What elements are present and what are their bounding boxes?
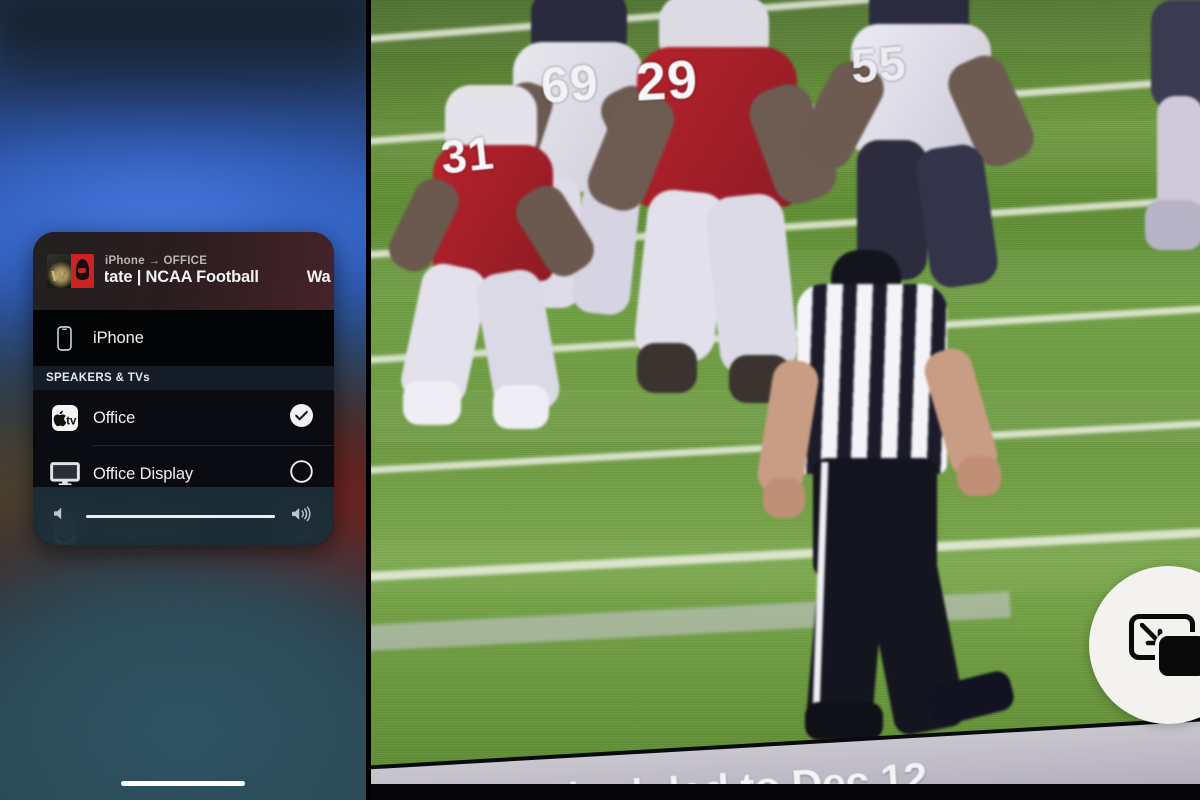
circle-outline-icon[interactable]: [290, 460, 313, 488]
iphone-screen: iPhone → OFFICE State | NCAA Football Wa …: [0, 0, 366, 800]
now-playing-title-clip: State | NCAA Football Wa: [105, 268, 334, 287]
apple-tv-icon: tv: [49, 405, 80, 431]
svg-text:tv: tv: [66, 415, 77, 427]
airplay-route-label: iPhone → OFFICE: [105, 255, 208, 267]
device-label-iphone: iPhone: [93, 328, 144, 347]
wallpaper-top-shade: [0, 0, 366, 112]
pip-inner-window: [1159, 636, 1200, 676]
device-row-office[interactable]: tv Office: [33, 390, 334, 446]
device-label-office: Office: [93, 408, 136, 427]
player-number-55: 55: [849, 37, 909, 94]
album-artwork: [47, 254, 94, 288]
speakers-and-tvs-label: SPEAKERS & TVs: [46, 372, 150, 384]
picture-in-picture-icon: [1129, 614, 1200, 676]
player-number-31: 31: [438, 126, 497, 184]
display-icon: [49, 462, 80, 486]
now-playing-title-repeat: Wa: [306, 268, 331, 286]
referee: [754, 250, 1031, 740]
checkmark-filled-icon[interactable]: [290, 404, 313, 432]
speaker-low-icon: [53, 506, 70, 526]
now-playing-title-main: State | NCAA Football: [105, 268, 259, 286]
screenshot-root: iPhone → OFFICE State | NCAA Football Wa …: [0, 0, 1200, 800]
player-sideline: [1141, 0, 1200, 260]
speaker-high-icon: [291, 506, 314, 527]
tv-screen-photo: 69 29 31 55 orest rescheduled to Dec 12: [371, 0, 1200, 800]
iphone-icon: [49, 325, 80, 351]
player-55: [790, 0, 1041, 291]
device-label-office-display: Office Display: [93, 464, 194, 483]
home-indicator[interactable]: [121, 781, 245, 786]
wallpaper-teal-blur: [0, 528, 366, 800]
wake-forest-logo-icon: [47, 254, 71, 288]
volume-control[interactable]: [33, 487, 334, 545]
airplay-output-picker-card: iPhone → OFFICE State | NCAA Football Wa …: [33, 232, 334, 545]
now-playing-header[interactable]: iPhone → OFFICE State | NCAA Football Wa: [33, 232, 334, 310]
volume-slider-track[interactable]: [86, 514, 275, 518]
device-row-iphone[interactable]: iPhone: [33, 310, 334, 366]
nc-state-wolf-logo-icon: [70, 254, 94, 288]
speakers-and-tvs-header: SPEAKERS & TVs: [33, 366, 334, 390]
now-playing-title: State | NCAA Football Wa: [105, 268, 331, 287]
volume-slider-fill: [86, 514, 275, 518]
tv-bezel-bottom: [371, 784, 1200, 800]
player-number-29: 29: [634, 49, 700, 113]
now-playing-text-block: iPhone → OFFICE State | NCAA Football Wa: [105, 255, 334, 287]
